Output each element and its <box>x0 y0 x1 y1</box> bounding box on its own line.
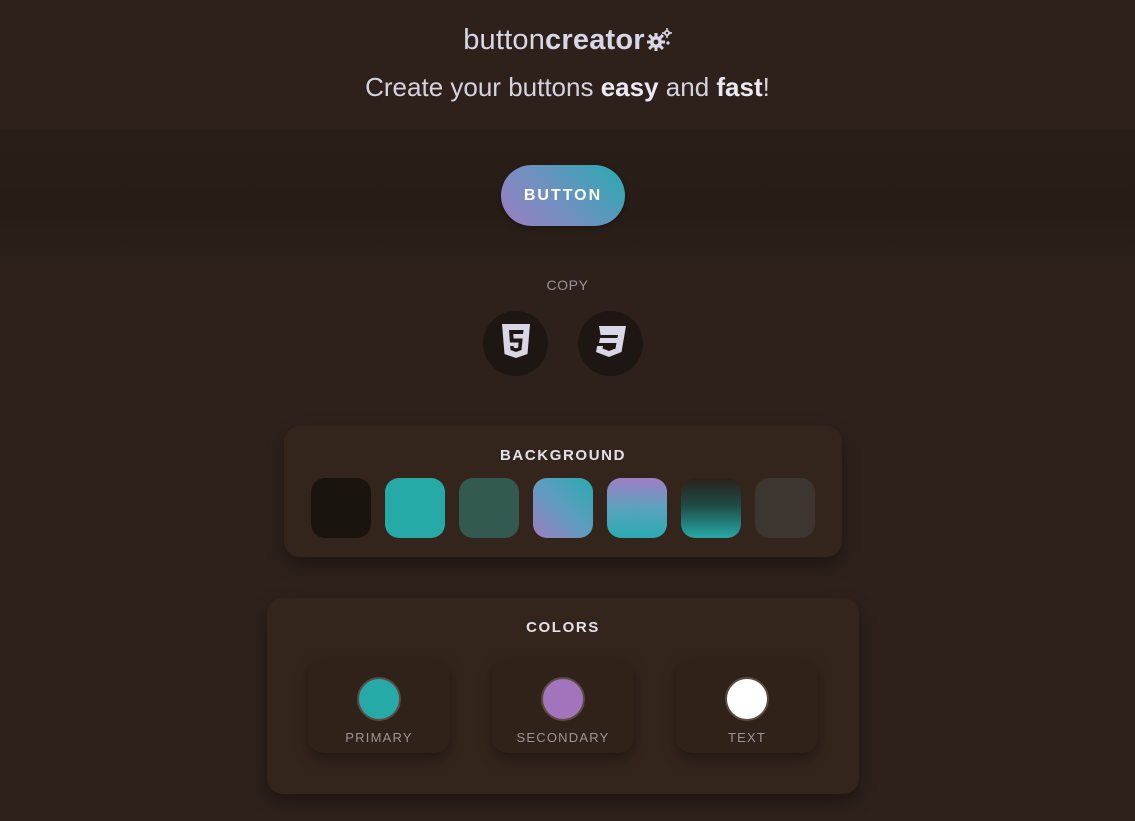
background-swatch-purple-teal-gradient[interactable] <box>607 478 667 538</box>
background-swatch-charcoal[interactable] <box>755 478 815 538</box>
button-preview-area: BUTTON <box>0 130 1135 264</box>
tagline-text: Create your buttons <box>365 72 601 102</box>
header: buttoncreator Create your buttons easy a… <box>0 0 1135 130</box>
gears-icon <box>645 24 672 56</box>
color-picker-text[interactable]: TEXT <box>676 658 818 753</box>
color-swatch-text[interactable] <box>725 677 769 721</box>
background-panel: BACKGROUND <box>284 426 842 557</box>
copy-html-button[interactable] <box>483 311 548 376</box>
background-swatch-black[interactable] <box>311 478 371 538</box>
copy-css-button[interactable] <box>578 311 643 376</box>
color-picker-secondary[interactable]: SECONDARY <box>492 658 634 753</box>
css3-icon <box>594 324 628 363</box>
tagline-emphasis-easy: easy <box>600 72 659 102</box>
copy-label: COPY <box>546 277 589 293</box>
color-label-secondary: SECONDARY <box>516 730 610 745</box>
colors-title: COLORS <box>526 619 600 636</box>
background-title: BACKGROUND <box>500 447 626 464</box>
tagline-text: ! <box>762 72 770 102</box>
tagline-emphasis-fast: fast <box>716 72 763 102</box>
background-swatch-dark-teal[interactable] <box>459 478 519 538</box>
background-swatch-teal[interactable] <box>385 478 445 538</box>
background-swatch-blue-purple-gradient[interactable] <box>533 478 593 538</box>
preview-button[interactable]: BUTTON <box>501 165 625 226</box>
color-picker-primary[interactable]: PRIMARY <box>308 658 450 753</box>
tagline: Create your buttons easy and fast! <box>0 72 1135 103</box>
color-swatch-secondary[interactable] <box>541 677 585 721</box>
logo-text-bold: creator <box>545 24 645 56</box>
color-swatch-primary[interactable] <box>357 677 401 721</box>
background-swatch-fade-teal-gradient[interactable] <box>681 478 741 538</box>
color-label-text: TEXT <box>727 730 767 745</box>
tagline-text: and <box>658 72 717 102</box>
colors-panel: COLORS PRIMARY SECONDARY TEXT <box>267 598 859 794</box>
color-label-primary: PRIMARY <box>345 730 413 745</box>
html5-icon <box>500 323 532 364</box>
logo-text-light: button <box>463 24 546 56</box>
logo: buttoncreator <box>0 24 1135 57</box>
